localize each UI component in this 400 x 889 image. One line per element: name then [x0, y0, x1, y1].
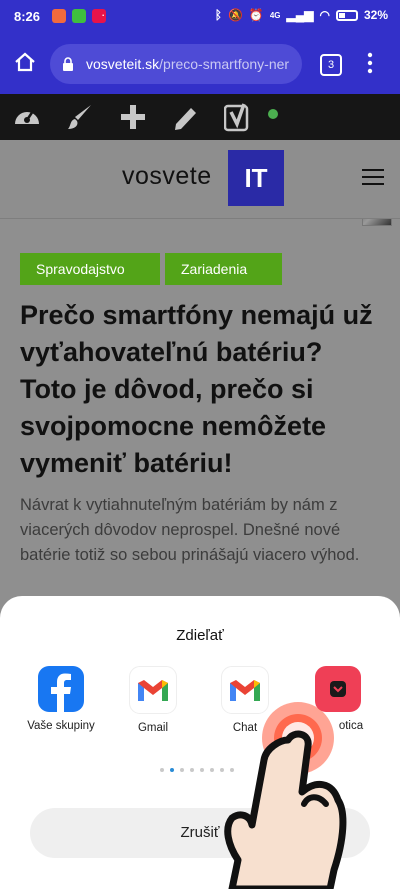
page-indicator-dot [210, 768, 214, 772]
category-tag[interactable]: Zariadenia [165, 253, 282, 285]
status-bar: 8:26 · ᛒ 🔕 ⏰ 4G ▂▄▆ ◠ 32% [0, 0, 400, 34]
tab-switcher-button[interactable]: 3 [320, 54, 342, 76]
gmail-icon [129, 666, 177, 714]
signal-icon: ▂▄▆ [286, 8, 314, 22]
add-new-icon[interactable] [118, 102, 148, 132]
facebook-icon [38, 666, 84, 712]
article-lede: Návrat k vytiahnuteľným batériám by nám … [20, 496, 360, 564]
yoast-seo-icon[interactable] [224, 102, 252, 134]
category-tag[interactable]: Spravodajstvo [20, 253, 160, 285]
status-time: 8:26 [14, 9, 41, 24]
hamburger-menu-icon[interactable] [362, 169, 384, 190]
address-bar[interactable]: vosveteit.sk/preco-smartfony-ner [50, 44, 302, 84]
alarm-icon: ⏰ [248, 8, 264, 22]
notification-more-icon: · [101, 7, 106, 22]
touch-pointer-hand-icon [224, 702, 347, 889]
dashboard-icon[interactable] [12, 102, 42, 132]
page-indicator-dot [200, 768, 204, 772]
site-logo-text[interactable]: vosvete [122, 162, 212, 191]
url-path: /preco-smartfony-ner [159, 56, 290, 72]
share-target-gmail[interactable]: Gmail [108, 666, 198, 734]
edit-pencil-icon[interactable] [172, 102, 200, 132]
seo-status-dot [268, 109, 278, 119]
url-text: vosveteit.sk/preco-smartfony-ner [86, 44, 289, 84]
network-type-icon: 4G [269, 10, 281, 20]
notification-app-icon [52, 9, 66, 23]
status-indicators: ᛒ 🔕 ⏰ 4G ▂▄▆ ◠ 32% [215, 8, 388, 22]
customize-brush-icon[interactable] [66, 102, 94, 132]
site-header: vosvete IT [0, 140, 400, 219]
browser-toolbar: vosveteit.sk/preco-smartfony-ner 3 [0, 34, 400, 94]
page-indicator-dot [170, 768, 174, 772]
page-indicator-dot [190, 768, 194, 772]
lock-icon [63, 57, 73, 71]
page-indicator-dot [160, 768, 164, 772]
notification-app-icon [72, 9, 86, 23]
battery-icon [335, 9, 358, 21]
share-target-facebook[interactable]: Vaše skupiny [16, 666, 106, 732]
home-icon[interactable] [14, 52, 36, 72]
more-menu-icon[interactable] [366, 52, 374, 74]
share-target-label: Gmail [137, 722, 169, 734]
silent-icon: 🔕 [227, 8, 243, 22]
page-indicator-dot [180, 768, 184, 772]
bluetooth-icon: ᛒ [214, 8, 222, 22]
article-title: Prečo smartfóny nemajú už vyťahovateľnú … [20, 300, 373, 478]
site-logo-box[interactable]: IT [228, 150, 284, 206]
share-sheet-title: Zdieľať [176, 627, 224, 644]
battery-level: 32% [363, 8, 388, 22]
url-domain: vosveteit.sk [86, 56, 160, 72]
wifi-icon: ◠ [319, 8, 330, 22]
share-target-label: Vaše skupiny [27, 720, 95, 732]
admin-toolbar [0, 94, 400, 226]
